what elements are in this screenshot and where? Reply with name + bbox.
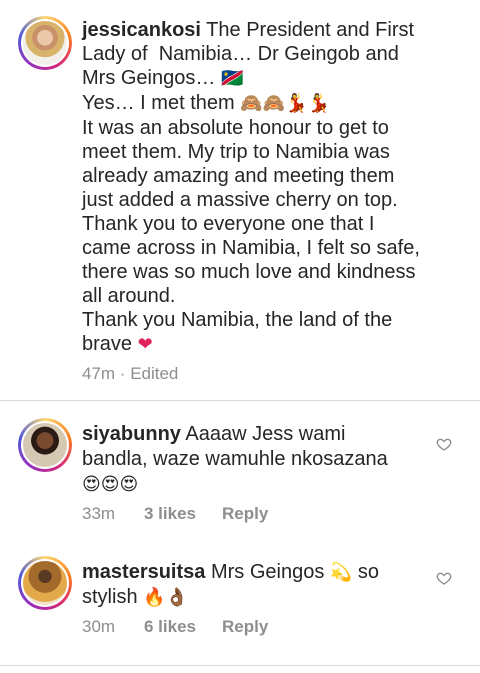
comment-body: Mrs Geingos — [210, 561, 325, 583]
comment-text: siyabunny Aaaaw Jess wami bandla, waze w… — [82, 422, 412, 497]
caption-line: Thank you to everyone one that I — [82, 213, 375, 235]
heart-eyes-emoji-icon: 😍😍😍 — [82, 474, 139, 495]
caption-time: 47m — [82, 364, 116, 383]
comment-likes[interactable]: 6 likes — [144, 617, 222, 637]
caption-line: meet them. My trip to Namibia was — [82, 141, 390, 163]
caption-username[interactable]: jessicankosi — [82, 19, 201, 41]
comment-avatar[interactable] — [18, 556, 72, 610]
comment-likes[interactable]: 3 likes — [144, 504, 222, 524]
caption-avatar[interactable] — [18, 16, 72, 70]
comment-username[interactable]: mastersuitsa — [82, 561, 205, 583]
caption-line: Thank you Namibia, the land of the — [82, 309, 393, 331]
comment-time: 30m — [82, 617, 116, 636]
caption-line: Mrs Geingos… — [82, 67, 216, 89]
caption-line: just added a massive cherry on top. — [82, 189, 398, 211]
comment-body: bandla, waze wamuhle nkosazana — [82, 448, 388, 470]
comment-username[interactable]: siyabunny — [82, 423, 181, 445]
comment-meta: 30m 6 likes Reply — [82, 617, 268, 637]
fire-ok-emoji-icon: 🔥👌🏾 — [143, 587, 188, 608]
heart-outline-icon[interactable] — [436, 436, 452, 452]
caption-line: brave — [82, 333, 133, 355]
heart-outline-icon[interactable] — [436, 570, 452, 586]
caption-line: all around. — [82, 285, 176, 307]
reply-button[interactable]: Reply — [222, 617, 268, 637]
comment-text: mastersuitsa Mrs Geingos 💫 so stylish 🔥👌… — [82, 560, 412, 610]
caption-line: came across in Namibia, I felt so safe, — [82, 237, 420, 259]
red-heart-icon: ❤ — [137, 334, 153, 355]
caption-line: already amazing and meeting them — [82, 165, 395, 187]
caption-line: Yes… I met them — [82, 92, 235, 114]
caption-line: The President and First — [206, 19, 415, 41]
caption-line: It was an absolute honour to get to — [82, 117, 389, 139]
divider — [0, 665, 480, 666]
caption-line: Lady of Namibia… Dr Geingob and — [82, 43, 399, 65]
comment-meta: 33m 3 likes Reply — [82, 504, 268, 524]
caption-edited: Edited — [130, 364, 179, 383]
monkey-dancer-emoji-icon: 🙈🙈💃💃 — [240, 93, 330, 114]
caption-block: jessicankosi The President and First Lad… — [0, 0, 480, 400]
comment-time: 33m — [82, 504, 116, 523]
divider — [0, 400, 480, 401]
caption-meta: 47m · Edited — [82, 364, 179, 383]
comment-body: so — [357, 561, 380, 583]
comment-body: stylish — [82, 586, 138, 608]
caption-line: there was so much love and kindness — [82, 261, 416, 283]
comment-body: Aaaaw Jess wami — [185, 423, 346, 445]
reply-button[interactable]: Reply — [222, 504, 268, 524]
namibia-flag-icon: 🇳🇦 — [220, 68, 244, 89]
comment-avatar[interactable] — [18, 418, 72, 472]
caption-text: jessicankosi The President and First Lad… — [82, 18, 467, 357]
dizzy-emoji-icon: 💫 — [329, 562, 353, 583]
